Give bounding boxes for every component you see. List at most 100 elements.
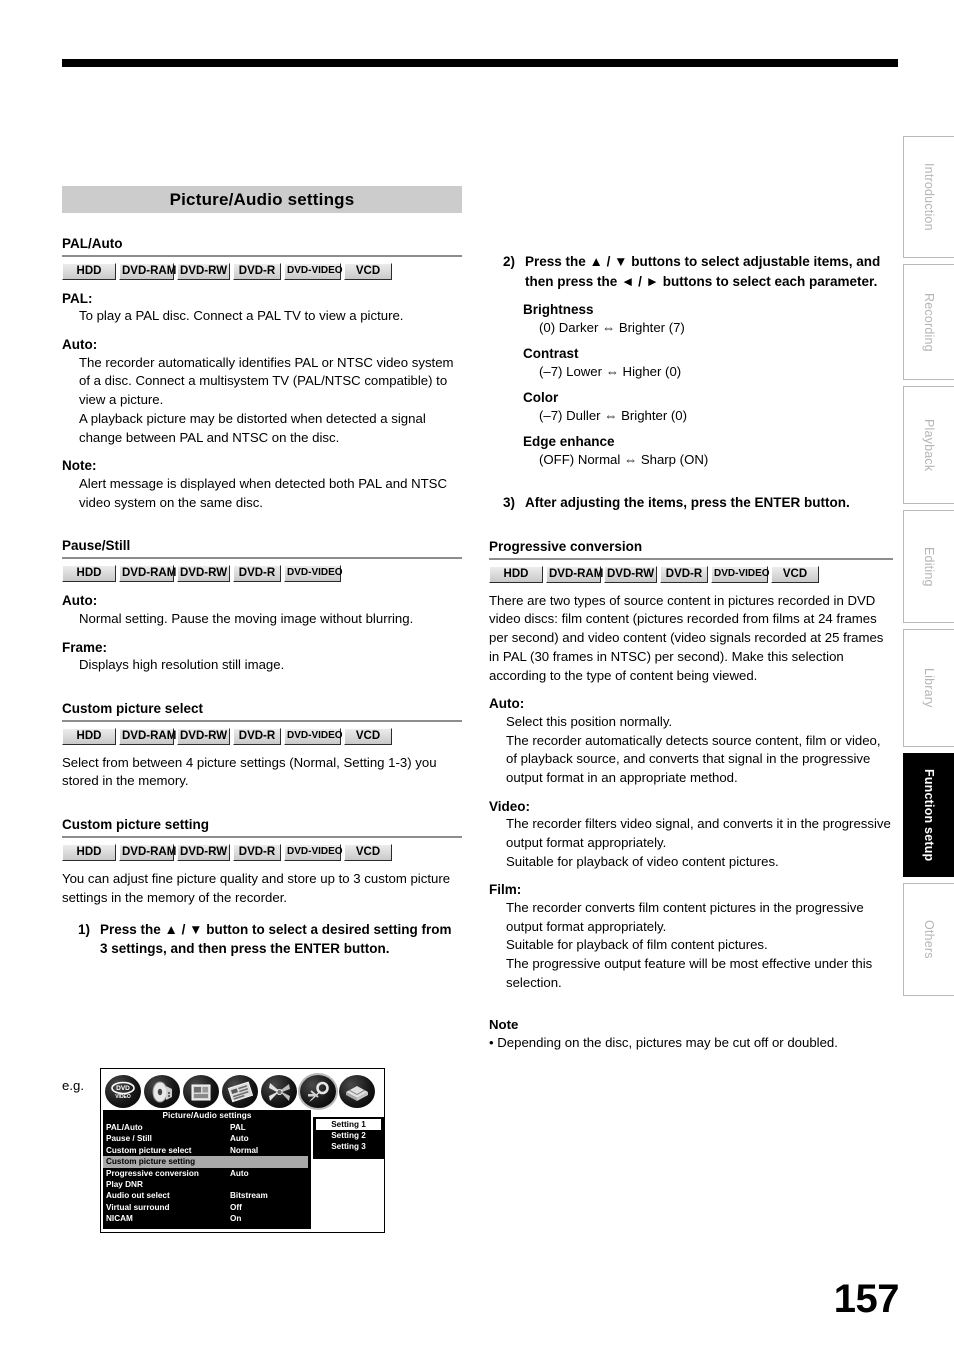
top-rule [62,59,898,67]
side-tab-label: Editing [922,546,936,587]
step-1-text: Press the ▲ / ▼ button to select a desir… [100,921,452,957]
badge-hdd: HDD [62,565,116,583]
def-pc-video-line-2: Suitable for playback of video content p… [506,853,779,869]
osd-submenu-item[interactable]: Setting 1 [316,1119,381,1130]
side-tab-function-setup[interactable]: Function setup [903,753,954,877]
osd-menu-item-label: Play DNR [106,1179,143,1189]
side-tab-label: Introduction [922,163,936,231]
osd-menu-item-value [230,1179,311,1190]
heading-pause-still: Pause/Still [62,538,462,560]
osd-menu-item-label: Progressive conversion [106,1168,199,1178]
osd-menu-item-value: Normal [230,1145,259,1155]
note-heading: Note [489,1016,519,1032]
osd-menu-item[interactable]: Custom picture select Normal [103,1145,311,1156]
osd-menu-item[interactable]: Progressive conversion Auto [103,1168,311,1179]
osd-menu-item-value [230,1156,308,1167]
disc-recording-icon[interactable] [144,1075,180,1108]
osd-submenu: Setting 1 Setting 2 Setting 3 [313,1117,384,1159]
osd-menu-rows: PAL/Auto PAL Pause / Still Auto Custom pictu… [103,1122,311,1225]
dvd-video-icon[interactable]: DVD VIDEO [105,1075,141,1108]
editing-icon[interactable] [222,1075,258,1108]
step-1-number: 1) [78,921,91,937]
osd-menu-item[interactable]: Virtual surround Off [103,1202,311,1213]
badge-dvd-video: DVD-VIDEO [284,262,343,280]
side-tab-recording[interactable]: Recording [903,264,954,380]
term-pc-film: Film: [489,882,522,898]
badge-dvd-r: DVD-R [233,844,281,862]
osd-menu-item[interactable]: PAL/Auto PAL [103,1122,311,1133]
side-tab-playback[interactable]: Playback [903,386,954,504]
function-setup-icon[interactable] [300,1075,336,1108]
svg-text:DVD: DVD [116,1085,130,1092]
badge-dvd-ram: DVD-RAM [119,262,176,280]
def-pc-auto-line-2: The recorder automatically detects sourc… [506,732,881,785]
heading-custom-picture-select: Custom picture select [62,701,462,722]
heading-progressive-conversion: Progressive conversion [489,539,893,560]
badge-dvd-ram: DVD-RAM [119,565,176,583]
osd-menu-item-value: PAL [230,1123,246,1132]
badge-vcd: VCD [771,565,819,583]
page-title: Picture/Audio settings [169,189,355,209]
def-pc-film-line-3: The progressive output feature will be m… [506,956,873,990]
badge-dvd-video: DVD-VIDEO [284,565,343,583]
picture-display-icon[interactable] [183,1075,219,1108]
osd-menu-item-value: Auto [230,1134,249,1144]
osd-example: e.g. DVD VIDEO Picture/Audio settings PA… [62,1068,385,1233]
side-tab-introduction[interactable]: Introduction [903,136,954,258]
param-contrast-label: Contrast [523,346,579,362]
body-custom-picture-select: Select from between 4 picture settings (… [62,754,437,789]
badge-dvd-video: DVD-VIDEO [284,727,343,745]
side-tab-label: Others [922,920,936,959]
example-label: e.g. [62,1078,84,1093]
osd-menu-item[interactable]: Custom picture setting [103,1156,308,1168]
badge-vcd: VCD [344,844,392,862]
left-column: PAL/Auto HDD DVD-RAM DVD-RW DVD-R DVD-VI… [62,236,462,959]
osd-menu-item-label: Audio out select [106,1191,170,1201]
others-book-icon[interactable] [339,1075,375,1108]
badge-dvd-r: DVD-R [233,262,281,280]
osd-submenu-item[interactable]: Setting 2 [316,1130,381,1141]
disc-badge-row-custom-picture-setting: HDD DVD-RAM DVD-RW DVD-R DVD-VIDEO VCD [62,844,462,862]
def-pc-film-line-2: Suitable for playback of film content pi… [506,937,768,953]
osd-menu-item[interactable]: Audio out select Bitstream [103,1190,311,1201]
badge-dvd-r: DVD-R [660,565,708,583]
disc-badge-row-pause-still: HDD DVD-RAM DVD-RW DVD-R DVD-VIDEO [62,565,462,583]
osd-menu-item[interactable]: NICAM On [103,1213,311,1224]
badge-dvd-rw: DVD-RW [177,565,230,583]
section-title-bar: Picture/Audio settings [62,186,462,213]
disc-badge-row-pal-auto: HDD DVD-RAM DVD-RW DVD-R DVD-VIDEO VCD [62,262,462,280]
osd-menu-item-label: Custom picture select [106,1145,192,1155]
osd-submenu-item[interactable]: Setting 3 [316,1141,381,1152]
osd-menu-title: Picture/Audio settings [162,1111,252,1120]
step-3-number: 3) [503,495,516,511]
badge-dvd-r: DVD-R [233,565,281,583]
term-note: Note: [62,458,97,474]
osd-menu-item-label: Pause / Still [106,1134,152,1144]
def-pc-video-line-1: The recorder filters video signal, and c… [506,816,891,850]
osd-menu-item[interactable]: Pause / Still Auto [103,1133,311,1144]
heading-pal-auto: PAL/Auto [62,236,462,257]
osd-screen: DVD VIDEO Picture/Audio settings PAL/Aut… [100,1068,385,1233]
osd-menu-item-value: On [230,1214,242,1224]
osd-menu-item[interactable]: Play DNR [103,1179,311,1190]
osd-menu-panel: Picture/Audio settings PAL/Auto PAL Pause … [103,1110,311,1229]
side-tab-others[interactable]: Others [903,883,954,996]
badge-dvd-ram: DVD-RAM [546,565,603,583]
side-tab-editing[interactable]: Editing [903,510,954,623]
badge-dvd-video: DVD-VIDEO [284,844,343,862]
heading-custom-picture-setting: Custom picture setting [62,817,462,839]
term-pause-auto: Auto: [62,593,98,609]
param-brightness-label: Brightness [523,302,594,318]
step-2: 2) Press the ▲ / ▼ buttons to select adj… [503,252,893,291]
osd-menu-item-label: PAL/Auto [106,1123,143,1132]
page-number: 157 [833,1277,900,1321]
step-3: 3) After adjusting the items, press the … [503,493,893,513]
def-frame-line-1: Displays high resolution still image. [79,657,285,673]
badge-vcd: VCD [344,727,392,745]
side-tab-library[interactable]: Library [903,629,954,747]
def-pause-auto-line-1: Normal setting. Pause the moving image w… [79,610,414,626]
badge-hdd: HDD [62,262,116,280]
library-icon[interactable] [261,1075,297,1108]
